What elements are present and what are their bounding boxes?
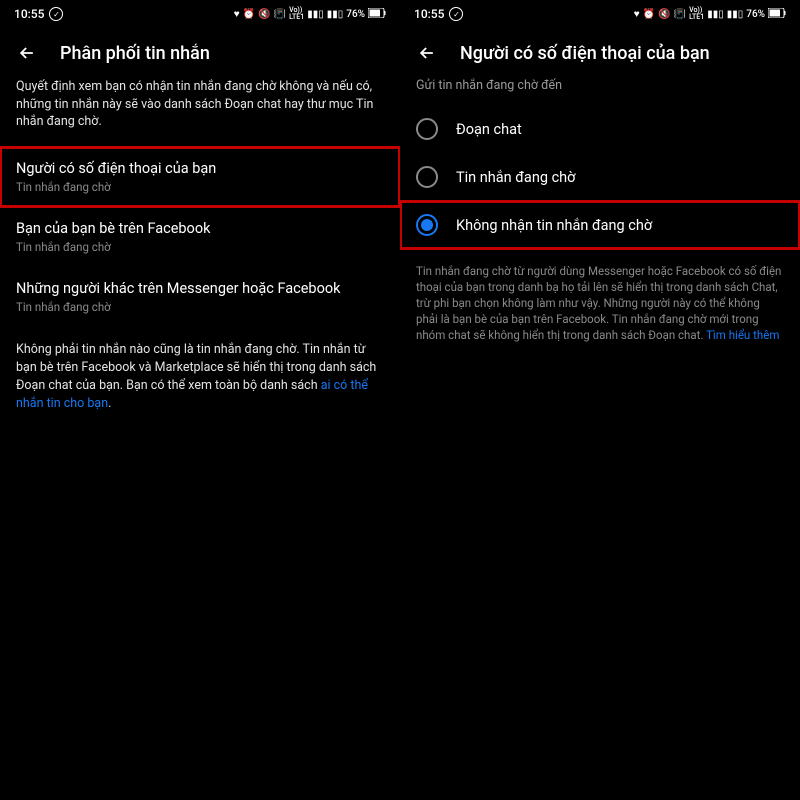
- section-label: Gửi tin nhắn đang chờ đến: [400, 76, 800, 105]
- battery-text: 76%: [746, 9, 765, 20]
- vibrate-icon: 📳: [274, 9, 286, 20]
- battery-icon: [368, 8, 386, 21]
- signal-icon: ▮▮▯: [307, 9, 324, 20]
- radio-icon-selected: [416, 214, 438, 236]
- check-icon: ✓: [449, 7, 463, 21]
- status-left: 10:55 ✓: [414, 7, 463, 21]
- setting-item-phone-contacts[interactable]: Người có số điện thoại của bạn Tin nhắn …: [0, 147, 400, 207]
- item-subtitle: Tin nhắn đang chờ: [16, 240, 384, 254]
- status-time: 10:55: [414, 7, 444, 21]
- signal-icon-2: ▮▮▯: [727, 9, 744, 20]
- radio-label: Đoạn chat: [456, 121, 522, 138]
- radio-option-dont-receive[interactable]: Không nhận tin nhắn đang chờ: [400, 201, 800, 249]
- page-description: Quyết định xem bạn có nhận tin nhắn đang…: [0, 76, 400, 147]
- radio-icon: [416, 166, 438, 188]
- back-button[interactable]: [16, 42, 38, 64]
- item-title: Những người khác trên Messenger hoặc Fac…: [16, 280, 384, 297]
- radio-icon: [416, 118, 438, 140]
- mute-icon: 🔇: [258, 9, 270, 20]
- header-right: Người có số điện thoại của bạn: [400, 28, 800, 76]
- item-subtitle: Tin nhắn đang chờ: [16, 180, 384, 194]
- status-right: ♥ ⏰ 🔇 📳 Vo))LTE1 ▮▮▯ ▮▮▯ 76%: [234, 7, 386, 21]
- radio-option-requests[interactable]: Tin nhắn đang chờ: [400, 153, 800, 201]
- battery-icon: [768, 8, 786, 21]
- vibrate-icon: 📳: [674, 9, 686, 20]
- item-title: Bạn của bạn bè trên Facebook: [16, 220, 384, 237]
- status-right: ♥ ⏰ 🔇 📳 Vo))LTE1 ▮▮▯ ▮▮▯ 76%: [634, 7, 786, 21]
- item-subtitle: Tin nhắn đang chờ: [16, 300, 384, 314]
- footer-text: Không phải tin nhắn nào cũng là tin nhắn…: [0, 327, 400, 428]
- lte-label: Vo))LTE1: [689, 7, 704, 21]
- heart-icon: ♥: [234, 9, 240, 20]
- battery-text: 76%: [346, 9, 365, 20]
- radio-label: Không nhận tin nhắn đang chờ: [456, 217, 652, 234]
- radio-dot: [421, 219, 433, 231]
- info-text: Tin nhắn đang chờ từ người dùng Messenge…: [400, 249, 800, 357]
- page-title: Phân phối tin nhắn: [60, 43, 210, 64]
- signal-icon: ▮▮▯: [707, 9, 724, 20]
- info-link[interactable]: Tìm hiểu thêm: [706, 328, 779, 342]
- status-left: 10:55 ✓: [14, 7, 63, 21]
- phone-left: 10:55 ✓ ♥ ⏰ 🔇 📳 Vo))LTE1 ▮▮▯ ▮▮▯ 76% Phâ…: [0, 0, 400, 800]
- radio-option-chats[interactable]: Đoạn chat: [400, 105, 800, 153]
- setting-item-fb-friends[interactable]: Bạn của bạn bè trên Facebook Tin nhắn đa…: [0, 207, 400, 267]
- item-title: Người có số điện thoại của bạn: [16, 160, 384, 177]
- status-bar: 10:55 ✓ ♥ ⏰ 🔇 📳 Vo))LTE1 ▮▮▯ ▮▮▯ 76%: [0, 0, 400, 28]
- header-left: Phân phối tin nhắn: [0, 28, 400, 76]
- heart-icon: ♥: [634, 9, 640, 20]
- back-button[interactable]: [416, 42, 438, 64]
- alarm-icon: ⏰: [643, 9, 655, 20]
- status-time: 10:55: [14, 7, 44, 21]
- check-icon: ✓: [49, 7, 63, 21]
- page-title: Người có số điện thoại của bạn: [460, 43, 710, 64]
- signal-icon-2: ▮▮▯: [327, 9, 344, 20]
- lte-label: Vo))LTE1: [289, 7, 304, 21]
- status-bar: 10:55 ✓ ♥ ⏰ 🔇 📳 Vo))LTE1 ▮▮▯ ▮▮▯ 76%: [400, 0, 800, 28]
- mute-icon: 🔇: [658, 9, 670, 20]
- alarm-icon: ⏰: [243, 9, 255, 20]
- setting-item-others[interactable]: Những người khác trên Messenger hoặc Fac…: [0, 267, 400, 327]
- phone-right: 10:55 ✓ ♥ ⏰ 🔇 📳 Vo))LTE1 ▮▮▯ ▮▮▯ 76% Ngư…: [400, 0, 800, 800]
- radio-label: Tin nhắn đang chờ: [456, 169, 575, 186]
